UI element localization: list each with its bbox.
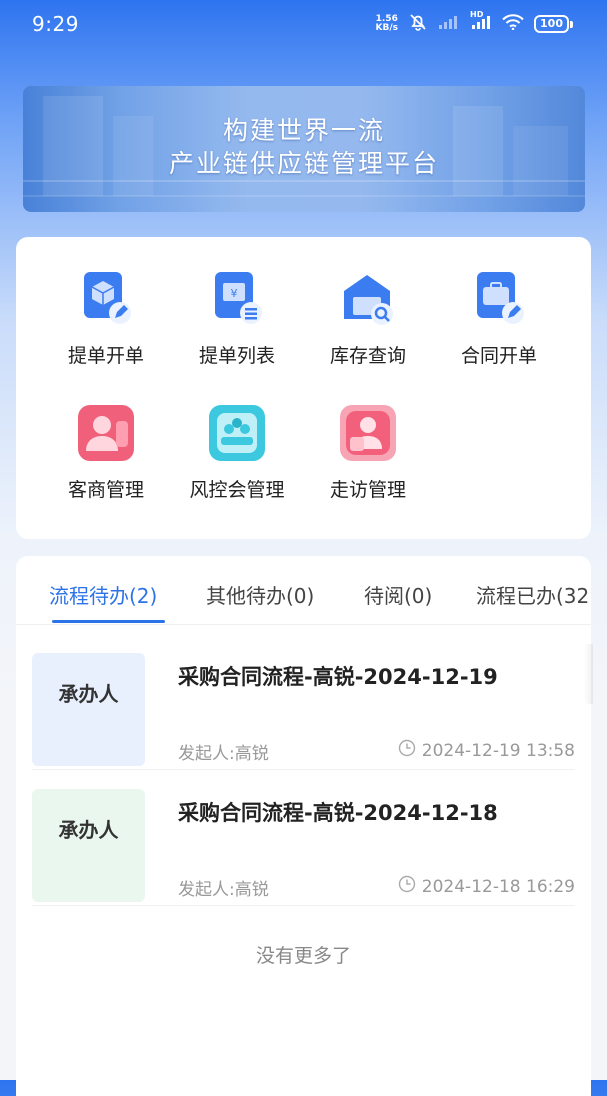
grid-item-visit-management[interactable]: 走访管理 xyxy=(303,403,433,502)
meeting-icon xyxy=(207,403,267,463)
bell-muted-icon xyxy=(408,12,428,36)
scroll-edge-shadow xyxy=(583,644,593,704)
tab-process-done[interactable]: 流程已办(32 xyxy=(476,580,589,609)
grid-item-inventory-query[interactable]: 库存查询 xyxy=(303,269,433,368)
list-end-text: 没有更多了 xyxy=(255,945,351,967)
banner-text: 构建世界一流 产业链供应链管理平台 xyxy=(168,116,439,178)
function-grid: 提单开单 ¥ 提单列表 库存查询 合同开单 客商管理 风控会管理 走访管理 xyxy=(16,237,591,539)
active-tab-indicator xyxy=(52,620,165,623)
network-speed: 1.56 KB/s xyxy=(375,14,399,33)
battery-icon: 100 xyxy=(534,15,573,33)
tab-process-todo[interactable]: 流程待办(2) xyxy=(49,580,157,609)
grid-item-customer-management[interactable]: 客商管理 xyxy=(41,403,171,502)
clock-icon xyxy=(398,875,416,898)
box-edit-icon xyxy=(76,269,136,329)
visit-icon xyxy=(338,403,398,463)
task-title: 采购合同流程-高锐-2024-12-18 xyxy=(178,801,498,825)
tab-to-read[interactable]: 待阅(0) xyxy=(364,580,432,609)
tasks-panel: 流程待办(2) 其他待办(0) 待阅(0) 流程已办(32 承办人 采购合同流程… xyxy=(16,556,593,1096)
task-item[interactable]: 承办人 采购合同流程-高锐-2024-12-18 发起人:高锐 2024-12-… xyxy=(32,779,575,906)
task-time: 2024-12-19 13:58 xyxy=(398,739,575,762)
task-title: 采购合同流程-高锐-2024-12-19 xyxy=(178,665,498,689)
svg-text:¥: ¥ xyxy=(231,287,238,300)
status-bar: 9:29 1.56 KB/s HD 100 xyxy=(0,0,607,50)
grid-item-bill-list[interactable]: ¥ 提单列表 xyxy=(172,269,302,368)
task-initiator: 发起人:高锐 xyxy=(178,880,269,900)
task-tabs: 流程待办(2) 其他待办(0) 待阅(0) 流程已办(32 xyxy=(16,556,591,625)
promo-banner[interactable]: 构建世界一流 产业链供应链管理平台 xyxy=(23,86,585,212)
tab-other-todo[interactable]: 其他待办(0) xyxy=(206,580,314,609)
user-card-icon xyxy=(76,403,136,463)
grid-item-contract-create[interactable]: 合同开单 xyxy=(434,269,564,368)
grid-item-risk-meeting[interactable]: 风控会管理 xyxy=(172,403,302,502)
task-role-badge: 承办人 xyxy=(32,789,145,902)
task-time: 2024-12-18 16:29 xyxy=(398,875,575,898)
warehouse-search-icon xyxy=(338,269,398,329)
task-initiator: 发起人:高锐 xyxy=(178,744,269,764)
signal-hd-icon: HD xyxy=(470,10,492,34)
status-icons: 1.56 KB/s HD 100 xyxy=(375,10,573,36)
task-item[interactable]: 承办人 采购合同流程-高锐-2024-12-19 发起人:高锐 2024-12-… xyxy=(32,643,575,770)
grid-item-bill-create[interactable]: 提单开单 xyxy=(41,269,171,368)
status-time: 9:29 xyxy=(32,12,79,36)
signal-weak-icon xyxy=(438,14,460,34)
briefcase-edit-icon xyxy=(469,269,529,329)
wifi-icon xyxy=(502,14,524,34)
task-role-badge: 承办人 xyxy=(32,653,145,766)
clock-icon xyxy=(398,739,416,762)
document-list-icon: ¥ xyxy=(207,269,267,329)
